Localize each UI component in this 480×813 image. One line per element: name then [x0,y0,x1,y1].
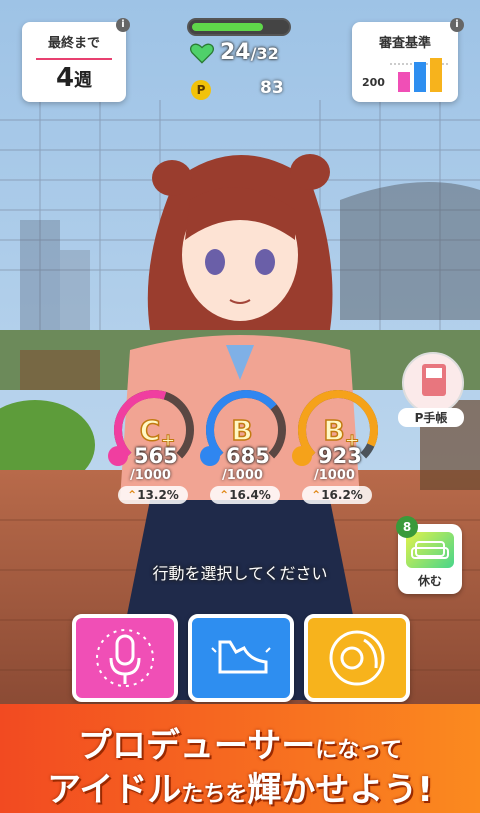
stat-percent-value: 13.2% [137,488,179,502]
banner-line-2: アイドルたちを輝かせよう! [0,762,480,811]
stat-max: /1000 [130,468,171,483]
weeks-remaining-label: 最終まで [47,36,100,51]
info-icon[interactable]: i [450,18,464,32]
stamina-bar-fill [192,23,263,31]
microphone-icon [96,629,154,687]
weeks-unit: 週 [74,70,93,91]
visual-icon [292,446,312,466]
info-icon[interactable]: i [116,18,130,32]
stamina-max: 32 [256,44,279,63]
stat-grade: C [140,414,161,447]
stat-score: 685 [226,444,270,468]
banner-text-ninatte: になって [315,738,403,763]
up-arrow-icon: ⌃ [219,488,230,502]
shoe-icon [211,640,271,674]
sofa-icon [406,532,454,568]
banner-line-1: プロデューサーになって [0,718,480,767]
up-arrow-icon: ⌃ [311,488,322,502]
visual-face-icon [329,630,385,686]
stat-percent-value: 16.2% [321,488,363,502]
weeks-remaining-value: 4週 [22,63,126,93]
visual-lesson-button[interactable] [304,614,410,702]
p-notebook-label: P手帳 [398,408,464,427]
stamina-bar [187,18,291,36]
weeks-remaining-card[interactable]: 最終まで 4週 [22,22,126,102]
p-point-icon: P [191,80,211,100]
stamina-value: 24/32 [220,40,279,65]
stat-score: 565 [134,444,178,468]
stat-grade: B [323,414,344,447]
stat-max: /1000 [314,468,355,483]
rest-label: 休む [417,574,442,588]
heart-icon [189,43,215,64]
stamina-current: 24 [220,40,251,65]
banner-text-producer: プロデューサー [77,726,316,766]
criteria-label: 審査基準 [378,36,431,51]
promo-banner: プロデューサーになって アイドルたちを輝かせよう! [0,704,480,813]
stat-grade: B [231,414,252,447]
p-point-value: 83 [260,78,284,98]
rest-stamina-badge: 8 [396,516,418,538]
stat-growth-percent: ⌃16.4% [210,486,280,504]
p-notebook-button[interactable]: P手帳 [398,352,464,427]
notebook-icon [402,352,464,414]
banner-text-tachiwo: たちを [181,782,248,807]
stat-percent-value: 16.4% [229,488,271,502]
vocal-icon [108,446,128,466]
vocal-lesson-button[interactable] [72,614,178,702]
dance-lesson-button[interactable] [188,614,294,702]
weeks-number: 4 [55,63,75,93]
divider [36,58,112,60]
dance-icon [200,446,220,466]
stat-score: 923 [318,444,362,468]
banner-text-kagayakaseyou: 輝かせよう! [247,770,433,810]
up-arrow-icon: ⌃ [127,488,138,502]
banner-text-idol: アイドル [47,770,182,810]
stat-growth-percent: ⌃13.2% [118,486,188,504]
criteria-threshold: 200 [362,76,385,89]
stat-max: /1000 [222,468,263,483]
stat-growth-percent: ⌃16.2% [302,486,372,504]
criteria-card[interactable]: 審査基準 200 [352,22,458,102]
criteria-bar-chart-icon [390,58,450,92]
